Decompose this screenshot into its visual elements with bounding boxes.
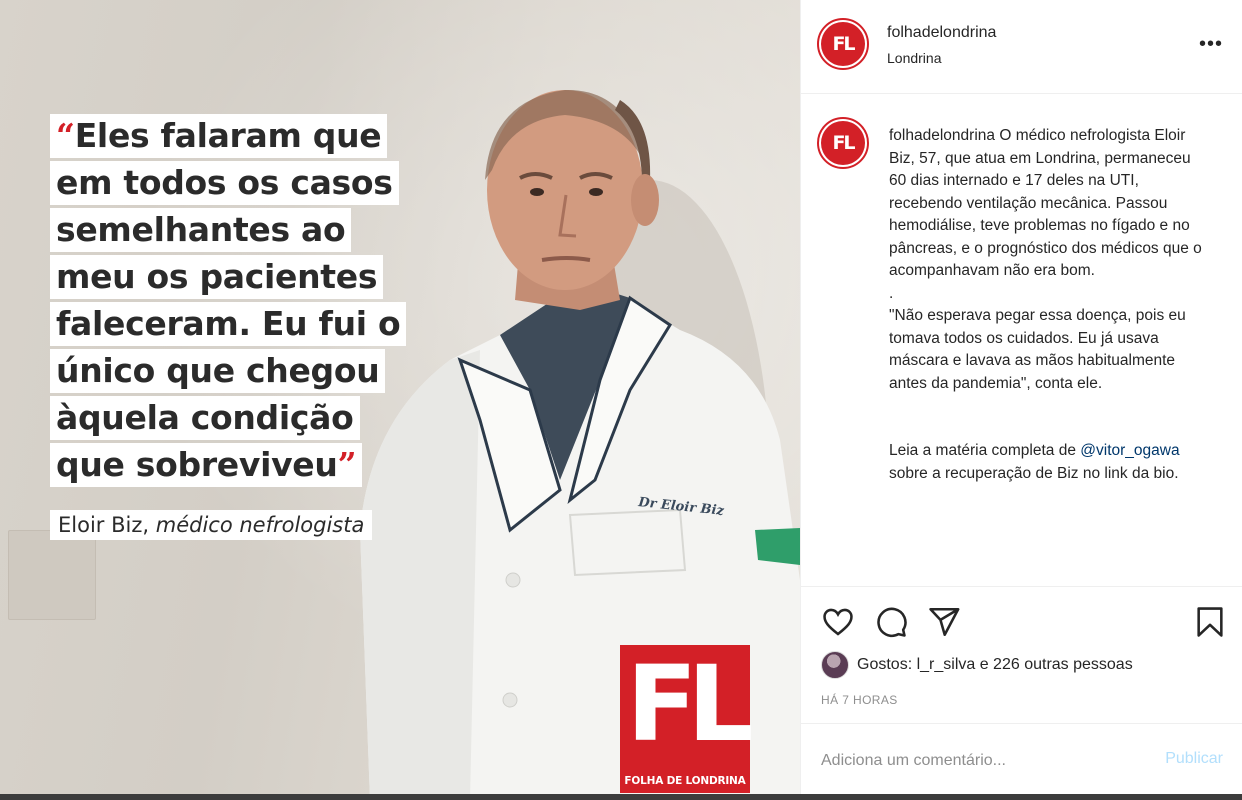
caption-username[interactable]: folhadelondrina <box>889 127 995 144</box>
instagram-post-view: Dr Eloir Biz “Eles falaram que em todos … <box>0 0 1242 800</box>
quote-line: semelhantes ao <box>50 208 352 252</box>
header-location[interactable]: Londrina <box>887 50 942 66</box>
caption-avatar[interactable]: FL <box>817 117 869 169</box>
folha-de-londrina-logo: FL FOLHA DE LONDRINA <box>620 643 754 793</box>
quote-line: em todos os casos <box>50 161 399 205</box>
avatar-logo-text: FL <box>821 22 865 66</box>
logo-caption: FOLHA DE LONDRINA <box>624 775 746 787</box>
quote-line: faleceram. Eu fui o <box>50 302 407 346</box>
quote-line: “Eles falaram que <box>50 114 388 158</box>
comment-bar: Publicar <box>801 723 1242 795</box>
caption-link-suffix: sobre a recuperação de Biz no link da bi… <box>889 464 1179 482</box>
caption-section: FL folhadelondrina O médico nefrologista… <box>801 95 1242 585</box>
attribution-role: médico nefrologista <box>155 513 365 537</box>
likes-row[interactable]: Gostos: l_r_silva e 226 outras pessoas <box>821 651 1133 679</box>
ellipsis-icon[interactable]: ••• <box>1197 30 1225 58</box>
post-timestamp[interactable]: HÁ 7 HORAS <box>821 693 898 707</box>
quote-line: àquela condição <box>50 396 360 440</box>
liker-avatar[interactable] <box>821 651 849 679</box>
caption-text: O médico nefrologista Eloir Biz, 57, que… <box>889 127 1202 279</box>
publish-button[interactable]: Publicar <box>1165 750 1223 768</box>
bottom-strip <box>0 794 1242 800</box>
attribution-name: Eloir Biz, <box>58 513 150 537</box>
caption-link-prefix: Leia a matéria completa de <box>889 442 1076 459</box>
bookmark-icon[interactable] <box>1193 605 1227 639</box>
quote-attribution: Eloir Biz, médico nefrologista <box>50 510 373 540</box>
quote-line: meu os pacientes <box>50 255 384 299</box>
heart-icon[interactable] <box>821 605 855 639</box>
mention-link[interactable]: @vitor_ogawa <box>1080 442 1179 459</box>
share-icon[interactable] <box>927 605 961 639</box>
post-side-panel: FL folhadelondrina Londrina ••• FL folha… <box>800 0 1242 794</box>
post-image[interactable]: Dr Eloir Biz “Eles falaram que em todos … <box>0 0 800 800</box>
quote-line: que sobreviveu” <box>50 443 363 487</box>
quote-block: “Eles falaram que em todos os casos seme… <box>50 114 407 490</box>
post-caption: folhadelondrina O médico nefrologista El… <box>889 125 1209 485</box>
comment-icon[interactable] <box>874 605 908 639</box>
header-username[interactable]: folhadelondrina <box>887 24 996 42</box>
post-header: FL folhadelondrina Londrina ••• <box>801 0 1242 94</box>
profile-avatar[interactable]: FL <box>817 18 869 70</box>
close-quote-mark: ” <box>337 445 357 484</box>
likes-text[interactable]: Gostos: l_r_silva e 226 outras pessoas <box>857 656 1133 674</box>
quote-line: único que chegou <box>50 349 386 393</box>
action-bar: Gostos: l_r_silva e 226 outras pessoas H… <box>801 586 1242 794</box>
caption-separator: . <box>889 284 894 302</box>
logo-letters: FL <box>626 643 753 765</box>
comment-input[interactable] <box>821 746 1121 776</box>
avatar-logo-text: FL <box>821 121 865 165</box>
wall-switch-plate <box>8 530 96 620</box>
open-quote-mark: “ <box>56 116 75 155</box>
caption-quote: "Não esperava pegar essa doença, pois eu… <box>889 307 1186 392</box>
